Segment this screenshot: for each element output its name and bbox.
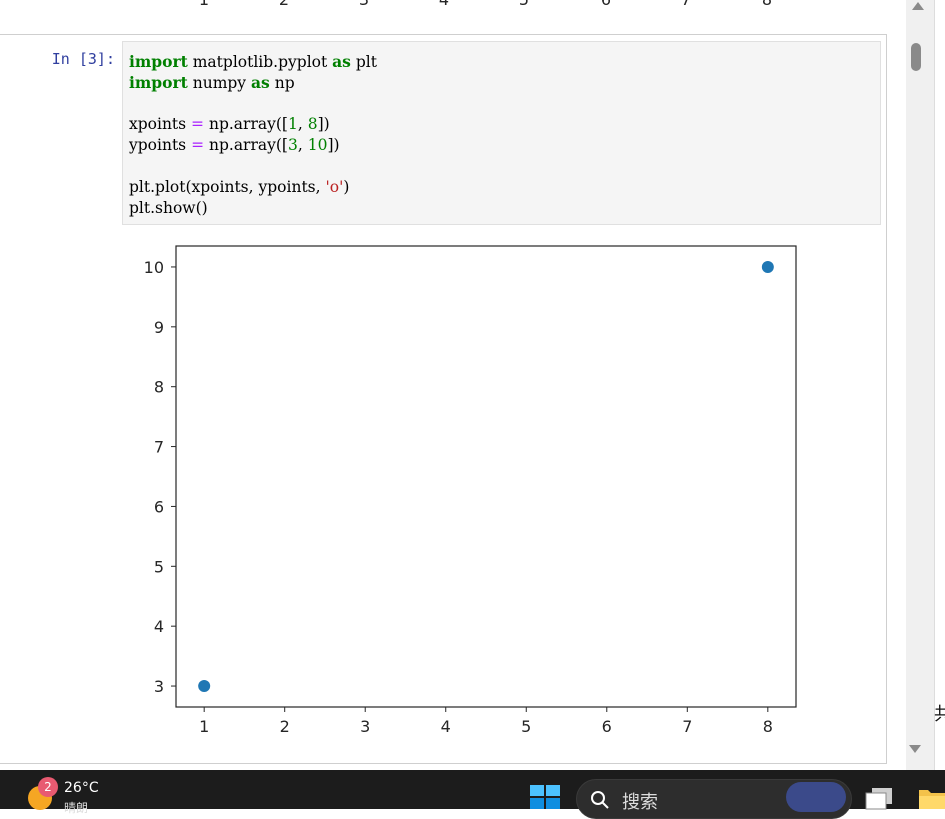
plot-axes-frame: [175, 245, 797, 708]
windows-start-icon[interactable]: [529, 784, 561, 809]
x-tick-label: 3: [360, 717, 370, 736]
weather-notification-badge: 2: [38, 777, 58, 797]
data-point: [198, 680, 211, 693]
y-tick-label: 6: [154, 497, 164, 516]
scroll-up-arrow-icon[interactable]: [911, 0, 925, 10]
scroll-down-arrow-icon[interactable]: [908, 742, 922, 756]
adjacent-window-edge: [934, 0, 945, 770]
x-tick-label: 7: [682, 717, 692, 736]
y-tick-label: 8: [154, 378, 164, 397]
x-tick-label: 1: [199, 717, 209, 736]
y-tick-label: 3: [154, 677, 164, 696]
data-point: [761, 260, 774, 273]
vertical-scrollbar[interactable]: [906, 0, 934, 770]
search-placeholder: 搜索: [622, 792, 658, 813]
scrollbar-thumb[interactable]: [911, 43, 921, 71]
y-tick-label: 5: [154, 557, 164, 576]
file-explorer-icon[interactable]: [917, 786, 945, 810]
weather-temperature[interactable]: 26°C: [64, 780, 99, 796]
adjacent-window-glyph: 共: [934, 704, 945, 725]
task-view-icon[interactable]: [864, 786, 896, 810]
y-tick-label: 10: [144, 258, 164, 277]
y-tick-label: 4: [154, 617, 164, 636]
x-tick-label: 2: [280, 717, 290, 736]
weather-condition[interactable]: 晴朗: [64, 799, 88, 816]
y-tick-label: 7: [154, 438, 164, 457]
y-tick-label: 9: [154, 318, 164, 337]
x-tick-label: 6: [602, 717, 612, 736]
x-tick-label: 8: [763, 717, 773, 736]
x-tick-label: 5: [521, 717, 531, 736]
x-tick-label: 4: [441, 717, 451, 736]
plot-output: 1 2 3 4 5 6 7 8 3 4 5 6 7 8 9 10: [144, 245, 797, 736]
search-highlight-image[interactable]: [786, 782, 846, 812]
search-icon: [591, 791, 609, 809]
